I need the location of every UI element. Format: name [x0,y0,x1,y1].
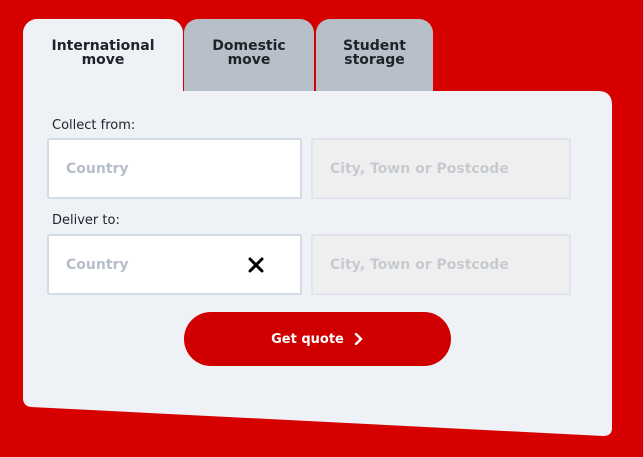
deliver-city-placeholder: City, Town or Postcode [330,256,509,273]
tab-international-move-label: International move [51,38,155,68]
collect-city-placeholder: City, Town or Postcode [330,160,509,177]
get-quote-label: Get quote [271,331,344,347]
get-quote-button[interactable]: Get quote [184,312,451,366]
collect-country-input[interactable]: Country [47,138,302,199]
deliver-country-input[interactable]: Country [47,234,302,295]
collect-city-input: City, Town or Postcode [311,138,571,199]
close-icon[interactable] [246,255,266,275]
chevron-right-icon [354,333,363,345]
tab-international-move[interactable]: International move [23,19,183,93]
collect-country-placeholder: Country [66,160,129,177]
collect-from-label: Collect from: [52,118,136,133]
deliver-to-label: Deliver to: [52,213,120,228]
deliver-city-input: City, Town or Postcode [311,234,571,295]
deliver-country-placeholder: Country [66,256,129,273]
moving-quote-widget: International move Domestic move Student… [0,0,643,457]
